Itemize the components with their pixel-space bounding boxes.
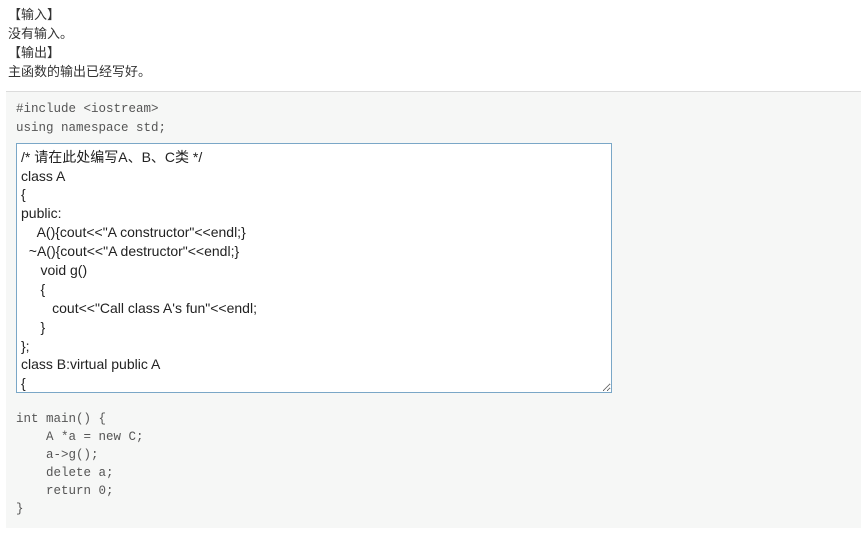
output-body: 主函数的输出已经写好。 [8,63,853,82]
editor-wrap [16,143,851,396]
problem-description: 【输入】 没有输入。 【输出】 主函数的输出已经写好。 [0,0,861,91]
output-header: 【输出】 [8,44,853,63]
code-editor[interactable] [16,143,612,393]
input-body: 没有输入。 [8,25,853,44]
code-before: #include <iostream> using namespace std; [16,100,851,136]
input-header: 【输入】 [8,6,853,25]
code-frame: #include <iostream> using namespace std;… [6,91,861,528]
code-after: int main() { A *a = new C; a->g(); delet… [16,410,851,519]
